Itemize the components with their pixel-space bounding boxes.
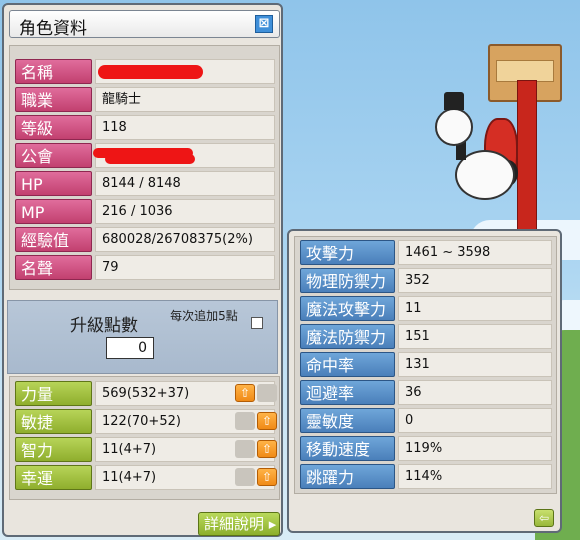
hands-label: 靈敏度: [300, 408, 395, 433]
auto-assign-checkbox[interactable]: [251, 317, 263, 329]
crane-npc[interactable]: [435, 108, 473, 146]
weapon-def-label: 物理防禦力: [300, 268, 395, 293]
weapon-def-value: 352: [398, 268, 552, 293]
speed-label: 移動速度: [300, 436, 395, 461]
job-value: 龍騎士: [95, 87, 275, 112]
button-slot: [235, 412, 255, 430]
attack-value: 1461 ~ 3598: [398, 240, 552, 265]
avoidability-label: 迴避率: [300, 380, 395, 405]
crane-hat: [444, 92, 464, 110]
redaction-mark: [105, 154, 195, 164]
dex-up-button[interactable]: ⇧: [257, 412, 277, 430]
accuracy-label: 命中率: [300, 352, 395, 377]
magic-def-label: 魔法防禦力: [300, 324, 395, 349]
level-value: 118: [95, 115, 275, 140]
exp-value: 680028/26708375(2%): [95, 227, 275, 252]
hands-value: 0: [398, 408, 552, 433]
speed-value: 119%: [398, 436, 552, 461]
magic-atk-value: 11: [398, 296, 552, 321]
str-up-button[interactable]: ⇧: [235, 384, 255, 402]
window-title: 角色資料: [19, 19, 87, 39]
character-info-window: 角色資料 ⊠ 名稱 職業 龍騎士 等級 118 公會 HP 8144 / 814…: [2, 3, 283, 537]
button-slot: [235, 468, 255, 486]
exp-label: 經驗值: [15, 227, 92, 252]
auto-assign-note: 每次追加5點: [170, 309, 238, 323]
accuracy-value: 131: [398, 352, 552, 377]
detail-button[interactable]: 詳細說明 ▸: [198, 512, 280, 536]
guild-label: 公會: [15, 143, 92, 168]
job-label: 職業: [15, 87, 92, 112]
button-slot: [257, 384, 277, 402]
title-bar[interactable]: 角色資料 ⊠: [9, 10, 280, 39]
red-post: [517, 80, 537, 242]
basic-info-section: 名稱 職業 龍騎士 等級 118 公會 HP 8144 / 8148 MP 21…: [9, 45, 280, 290]
int-label: 智力: [15, 437, 92, 462]
magic-def-value: 151: [398, 324, 552, 349]
stats-section: 力量 569(532+37) ⇧ 敏捷 122(70+52) ⇧ 智力 11(4…: [9, 376, 280, 500]
close-icon[interactable]: ⊠: [255, 15, 273, 33]
arrow-back-icon[interactable]: ⇦: [534, 509, 554, 527]
button-slot: [235, 440, 255, 458]
hp-label: HP: [15, 171, 92, 196]
fame-label: 名聲: [15, 255, 92, 280]
jump-label: 跳躍力: [300, 464, 395, 489]
avoidability-value: 36: [398, 380, 552, 405]
luk-label: 幸運: [15, 465, 92, 490]
fame-value: 79: [95, 255, 275, 280]
name-label: 名稱: [15, 59, 92, 84]
detail-button-label: 詳細說明: [204, 515, 265, 533]
attack-label: 攻擊力: [300, 240, 395, 265]
jump-value: 114%: [398, 464, 552, 489]
mp-label: MP: [15, 199, 92, 224]
ability-points-section: 升級點數 0 每次追加5點: [7, 300, 278, 374]
magic-atk-label: 魔法攻擊力: [300, 296, 395, 321]
detailed-stats-window: 攻擊力 1461 ~ 3598 物理防禦力 352 魔法攻擊力 11 魔法防禦力…: [287, 229, 562, 533]
ability-points-value: 0: [106, 337, 154, 359]
ability-points-label: 升級點數: [70, 316, 138, 336]
str-label: 力量: [15, 381, 92, 406]
int-up-button[interactable]: ⇧: [257, 440, 277, 458]
mp-value: 216 / 1036: [95, 199, 275, 224]
level-label: 等級: [15, 115, 92, 140]
luk-up-button[interactable]: ⇧: [257, 468, 277, 486]
dex-label: 敏捷: [15, 409, 92, 434]
detailed-stats-section: 攻擊力 1461 ~ 3598 物理防禦力 352 魔法攻擊力 11 魔法防禦力…: [294, 236, 557, 494]
redaction-mark: [98, 65, 203, 79]
hp-value: 8144 / 8148: [95, 171, 275, 196]
